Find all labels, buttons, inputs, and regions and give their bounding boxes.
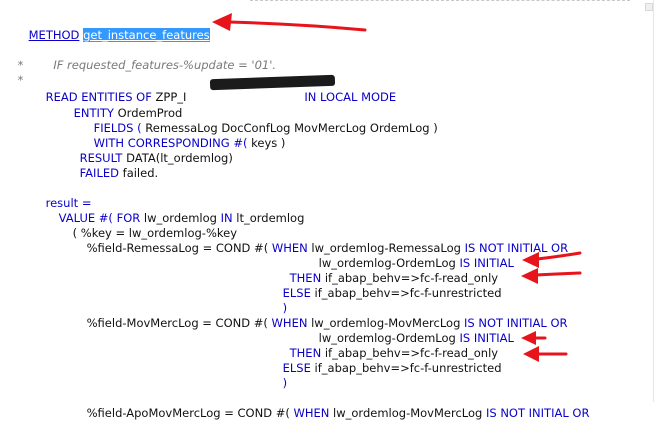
arrow-then-1	[522, 251, 582, 268]
field-apomovmerclog-cond: %field-ApoMovMercLog = COND #(	[86, 406, 290, 420]
arrow-else-1	[521, 268, 582, 284]
code-editor[interactable]: METHOD get_instance_features * IF request…	[0, 0, 654, 420]
arrow-method-name	[212, 13, 367, 32]
annotation-arrows	[212, 13, 582, 362]
is-not-initial-keyword: IS NOT INITIAL OR	[485, 406, 590, 420]
when-keyword: WHEN	[293, 406, 330, 420]
arrow-else-2	[523, 346, 568, 362]
cond-var: lw_ordemlog-MovMercLog	[333, 406, 483, 420]
arrow-then-2	[521, 331, 547, 345]
